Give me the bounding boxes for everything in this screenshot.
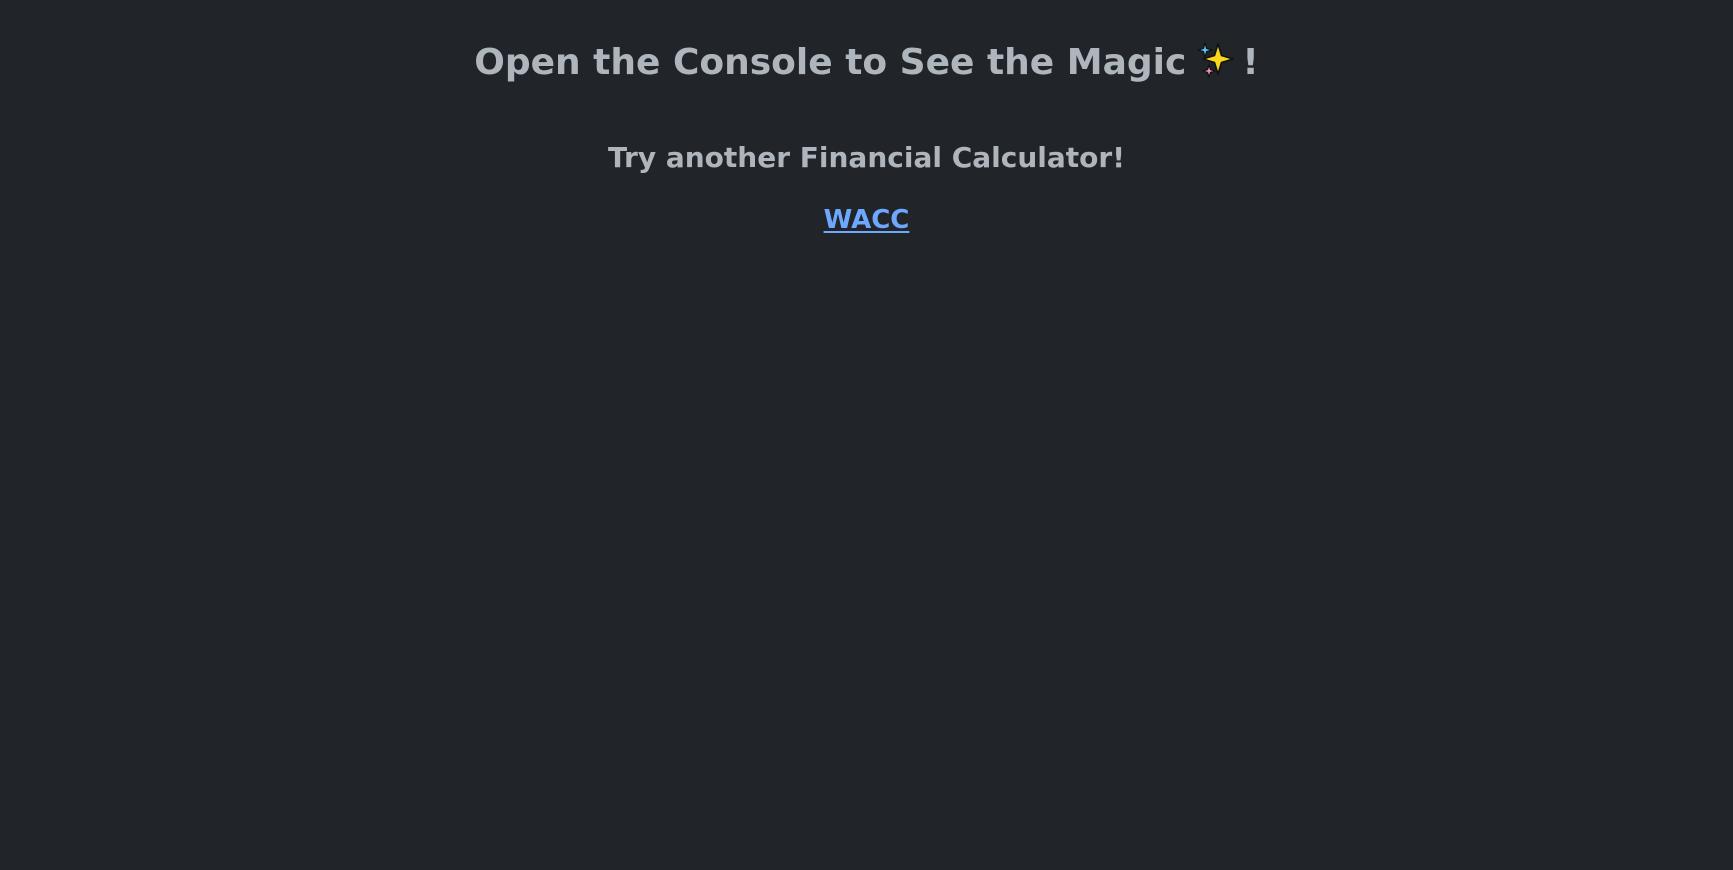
page-title: Open the Console to See the Magic !	[0, 40, 1733, 93]
page: Open the Console to See the Magic ! Try …	[0, 0, 1733, 870]
page-title-text: Open the Console to See the Magic	[474, 42, 1187, 83]
calculator-links: WACC	[0, 204, 1733, 238]
sparkles-icon	[1196, 40, 1236, 93]
wacc-link[interactable]: WACC	[824, 205, 910, 235]
page-title-suffix: !	[1242, 42, 1259, 83]
subheading: Try another Financial Calculator!	[608, 141, 1125, 174]
